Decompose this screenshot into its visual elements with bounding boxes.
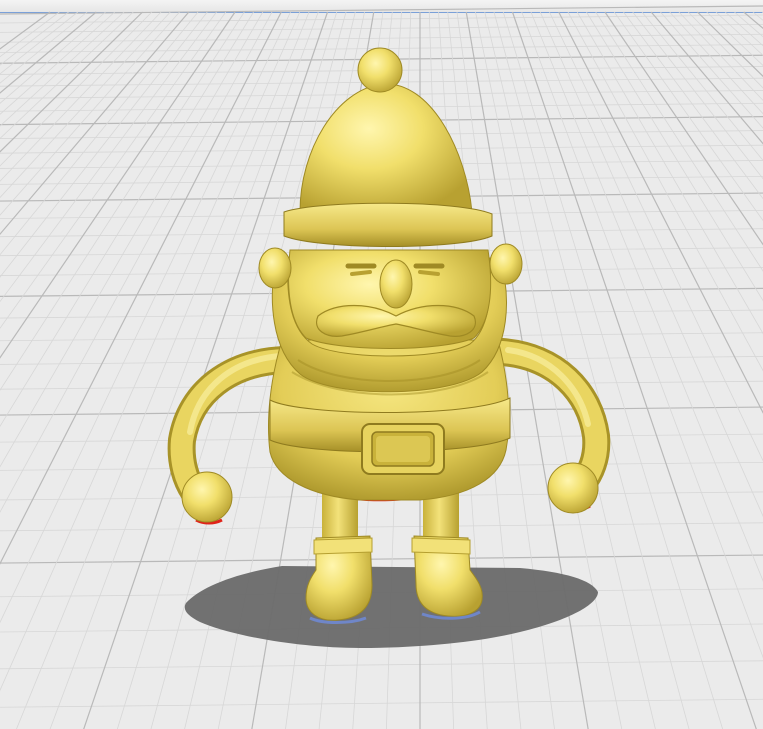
hat — [283, 47, 493, 247]
3d-viewport[interactable] — [0, 0, 763, 729]
face — [288, 249, 492, 349]
left-boot — [305, 535, 373, 624]
model-layer[interactable] — [0, 0, 763, 729]
right-arm — [488, 338, 611, 514]
model-shadow — [184, 566, 598, 648]
